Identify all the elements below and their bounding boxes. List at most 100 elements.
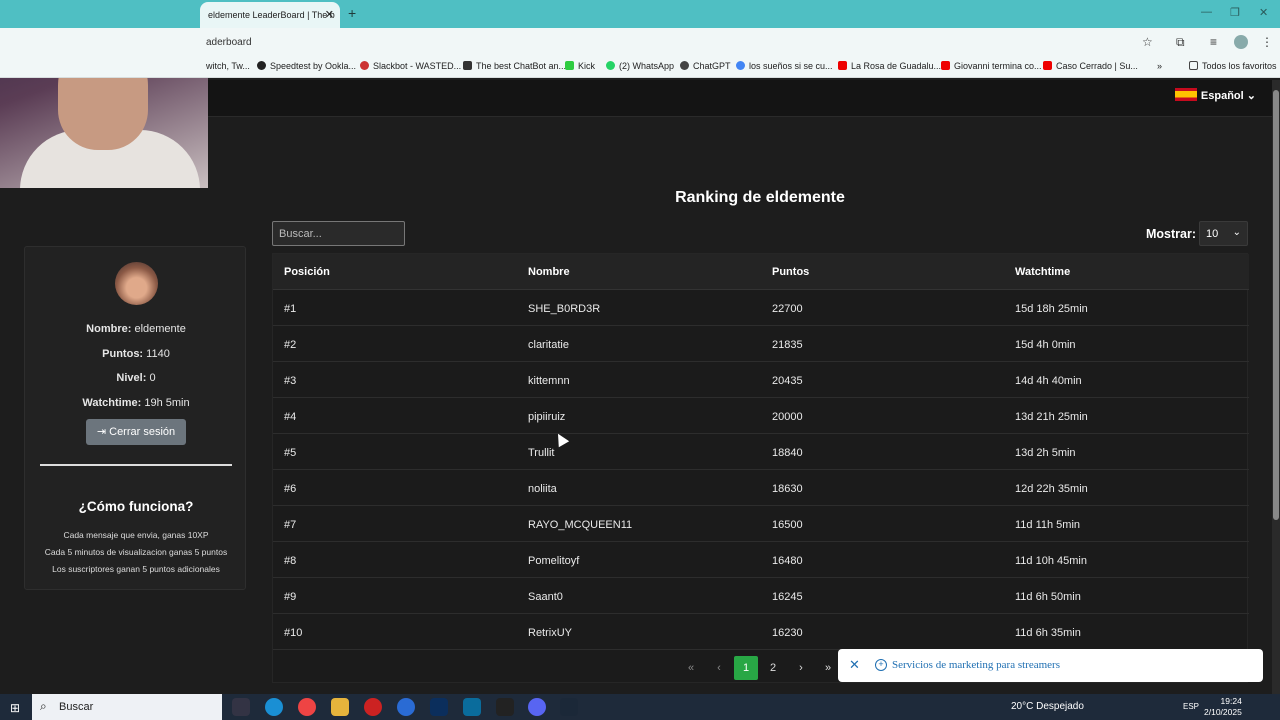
windows-start-icon[interactable]: ⊞ [10,701,20,715]
profile-card: Nombre: eldemente Puntos: 1140 Nivel: 0 … [24,246,246,590]
profile-level: Nivel: 0 [116,372,156,384]
input-language[interactable]: ESP [1183,702,1199,711]
cell-points: 16500 [772,519,803,531]
bookmark-item[interactable]: Speedtest by Ookla... [257,61,356,71]
cell-points: 16480 [772,555,803,567]
cell-watchtime: 12d 22h 35min [1015,483,1088,495]
chrome-icon[interactable] [298,698,316,716]
how-line: Cada mensaje que envia, ganas 10XP [63,530,209,540]
window-close-icon[interactable]: ✕ [1259,6,1268,19]
maximize-icon[interactable]: ❐ [1230,6,1240,19]
clock[interactable]: 19:24 2/10/2025 [1204,696,1242,718]
cell-position: #10 [284,627,303,639]
extensions-icon[interactable]: ⧉ [1176,35,1185,50]
table-row: #4 pipiiruiz 20000 13d 21h 25min [273,398,1249,434]
steam-icon[interactable] [560,698,578,716]
vscode-icon[interactable] [463,698,481,716]
first-page-icon[interactable]: « [679,656,703,680]
column-header-position[interactable]: Posición [284,266,330,278]
cell-name: SHE_B0RD3R [528,303,601,315]
cell-points: 20435 [772,375,803,387]
cell-points: 16230 [772,627,803,639]
column-header-points[interactable]: Puntos [772,266,809,278]
next-page-icon[interactable]: › [789,656,813,680]
cell-name: claritatie [528,339,569,351]
cell-position: #8 [284,555,297,567]
avatar [115,262,158,305]
page-size-select[interactable]: 10 ⌄ [1199,221,1248,246]
profile-name: Nombre: eldemente [86,323,186,335]
more-bookmarks-icon[interactable]: » [1157,61,1162,71]
table-row: #1 SHE_B0RD3R 22700 15d 18h 25min [273,290,1249,326]
last-page-icon[interactable]: » [816,656,840,680]
marketing-toast[interactable]: ✕ + Servicios de marketing para streamer… [838,649,1263,682]
taskbar-search[interactable]: ⌕ Buscar [32,694,222,720]
cell-position: #3 [284,375,297,387]
page-button-1[interactable]: 1 [734,656,758,680]
weather-widget[interactable]: 20°C Despejado [1011,701,1084,712]
cell-position: #6 [284,483,297,495]
cell-name: pipiiruiz [528,411,566,423]
column-header-name[interactable]: Nombre [528,266,570,278]
cell-name: Pomelitoyf [528,555,580,567]
table-row: #8 Pomelitoyf 16480 11d 10h 45min [273,542,1249,578]
logout-button[interactable]: ⇥ Cerrar sesión [86,419,186,445]
page-button-2[interactable]: 2 [761,656,785,680]
cell-position: #2 [284,339,297,351]
bookmark-item[interactable]: ChatGPT [680,61,731,71]
browser-tab[interactable]: eldemente LeaderBoard | The b ✕ [200,2,340,28]
language-selector[interactable]: Español ⌄ [1174,88,1256,102]
profile-avatar-icon[interactable] [1234,35,1248,49]
table-row: #6 noliita 18630 12d 22h 35min [273,470,1249,506]
table-row: #9 Saant0 16245 11d 6h 50min [273,578,1249,614]
cell-name: RAYO_MCQUEEN11 [528,519,633,531]
site-header: Español ⌄ [208,80,1272,117]
media-icon[interactable]: ≡ [1210,35,1217,49]
ranking-table: Posición Nombre Puntos Watchtime #1 SHE_B… [272,253,1249,683]
divider [40,464,232,466]
column-header-watchtime[interactable]: Watchtime [1015,266,1070,278]
cell-name: Trullit [528,447,555,459]
page-scrollbar[interactable] [1272,80,1280,694]
bookmark-item[interactable]: (2) WhatsApp [606,61,674,71]
edge-icon[interactable] [265,698,283,716]
cell-points: 16245 [772,591,803,603]
table-row: #2 claritatie 21835 15d 4h 0min [273,326,1249,362]
cell-watchtime: 14d 4h 40min [1015,375,1082,387]
file-explorer-icon[interactable] [331,698,349,716]
bookmark-item[interactable]: Slackbot - WASTED... [360,61,461,71]
scrollbar-thumb[interactable] [1273,90,1279,520]
bookmark-item[interactable]: los sueños si se cu... [736,61,833,71]
bookmark-item[interactable]: Todos los favoritos [1189,61,1277,71]
minimize-icon[interactable]: — [1201,6,1212,18]
new-tab-icon[interactable]: + [348,5,356,21]
bookmark-item[interactable]: witch, Tw... [206,61,250,71]
menu-icon[interactable]: ⋮ [1261,35,1273,49]
app-icon[interactable] [364,698,382,716]
prev-page-icon[interactable]: ‹ [707,656,731,680]
taskbar: ⊞ ⌕ Buscar 20°C Despejado ESP 19:24 2/10… [0,694,1280,720]
how-it-works-title: ¿Cómo funciona? [78,499,194,514]
cell-position: #7 [284,519,297,531]
bookmark-item[interactable]: Caso Cerrado | Su... [1043,61,1138,71]
bookmark-item[interactable]: La Rosa de Guadalu... [838,61,941,71]
tab-close-icon[interactable]: ✕ [325,8,334,21]
discord-icon[interactable] [528,698,546,716]
toast-text: Servicios de marketing para streamers [892,659,1060,671]
task-view-icon[interactable] [232,698,250,716]
table-row: #7 RAYO_MCQUEEN11 16500 11d 11h 5min [273,506,1249,542]
cell-name: RetrixUY [528,627,573,639]
profile-points: Puntos: 1140 [102,348,170,360]
bookmark-item[interactable]: Kick [565,61,595,71]
bookmark-item[interactable]: Giovanni termina co... [941,61,1042,71]
capcut-icon[interactable] [496,698,514,716]
bookmark-item[interactable]: The best ChatBot an... [463,61,566,71]
close-icon[interactable]: ✕ [849,657,860,673]
cell-points: 18630 [772,483,803,495]
address-bar[interactable]: aderboard ☆ ⧉ ≡ ⋮ [0,28,1280,56]
star-icon[interactable]: ☆ [1142,35,1153,49]
tab-title: eldemente LeaderBoard | The b [208,10,335,20]
search-input[interactable] [272,221,405,246]
photoshop-icon[interactable] [430,698,448,716]
app-icon[interactable] [397,698,415,716]
